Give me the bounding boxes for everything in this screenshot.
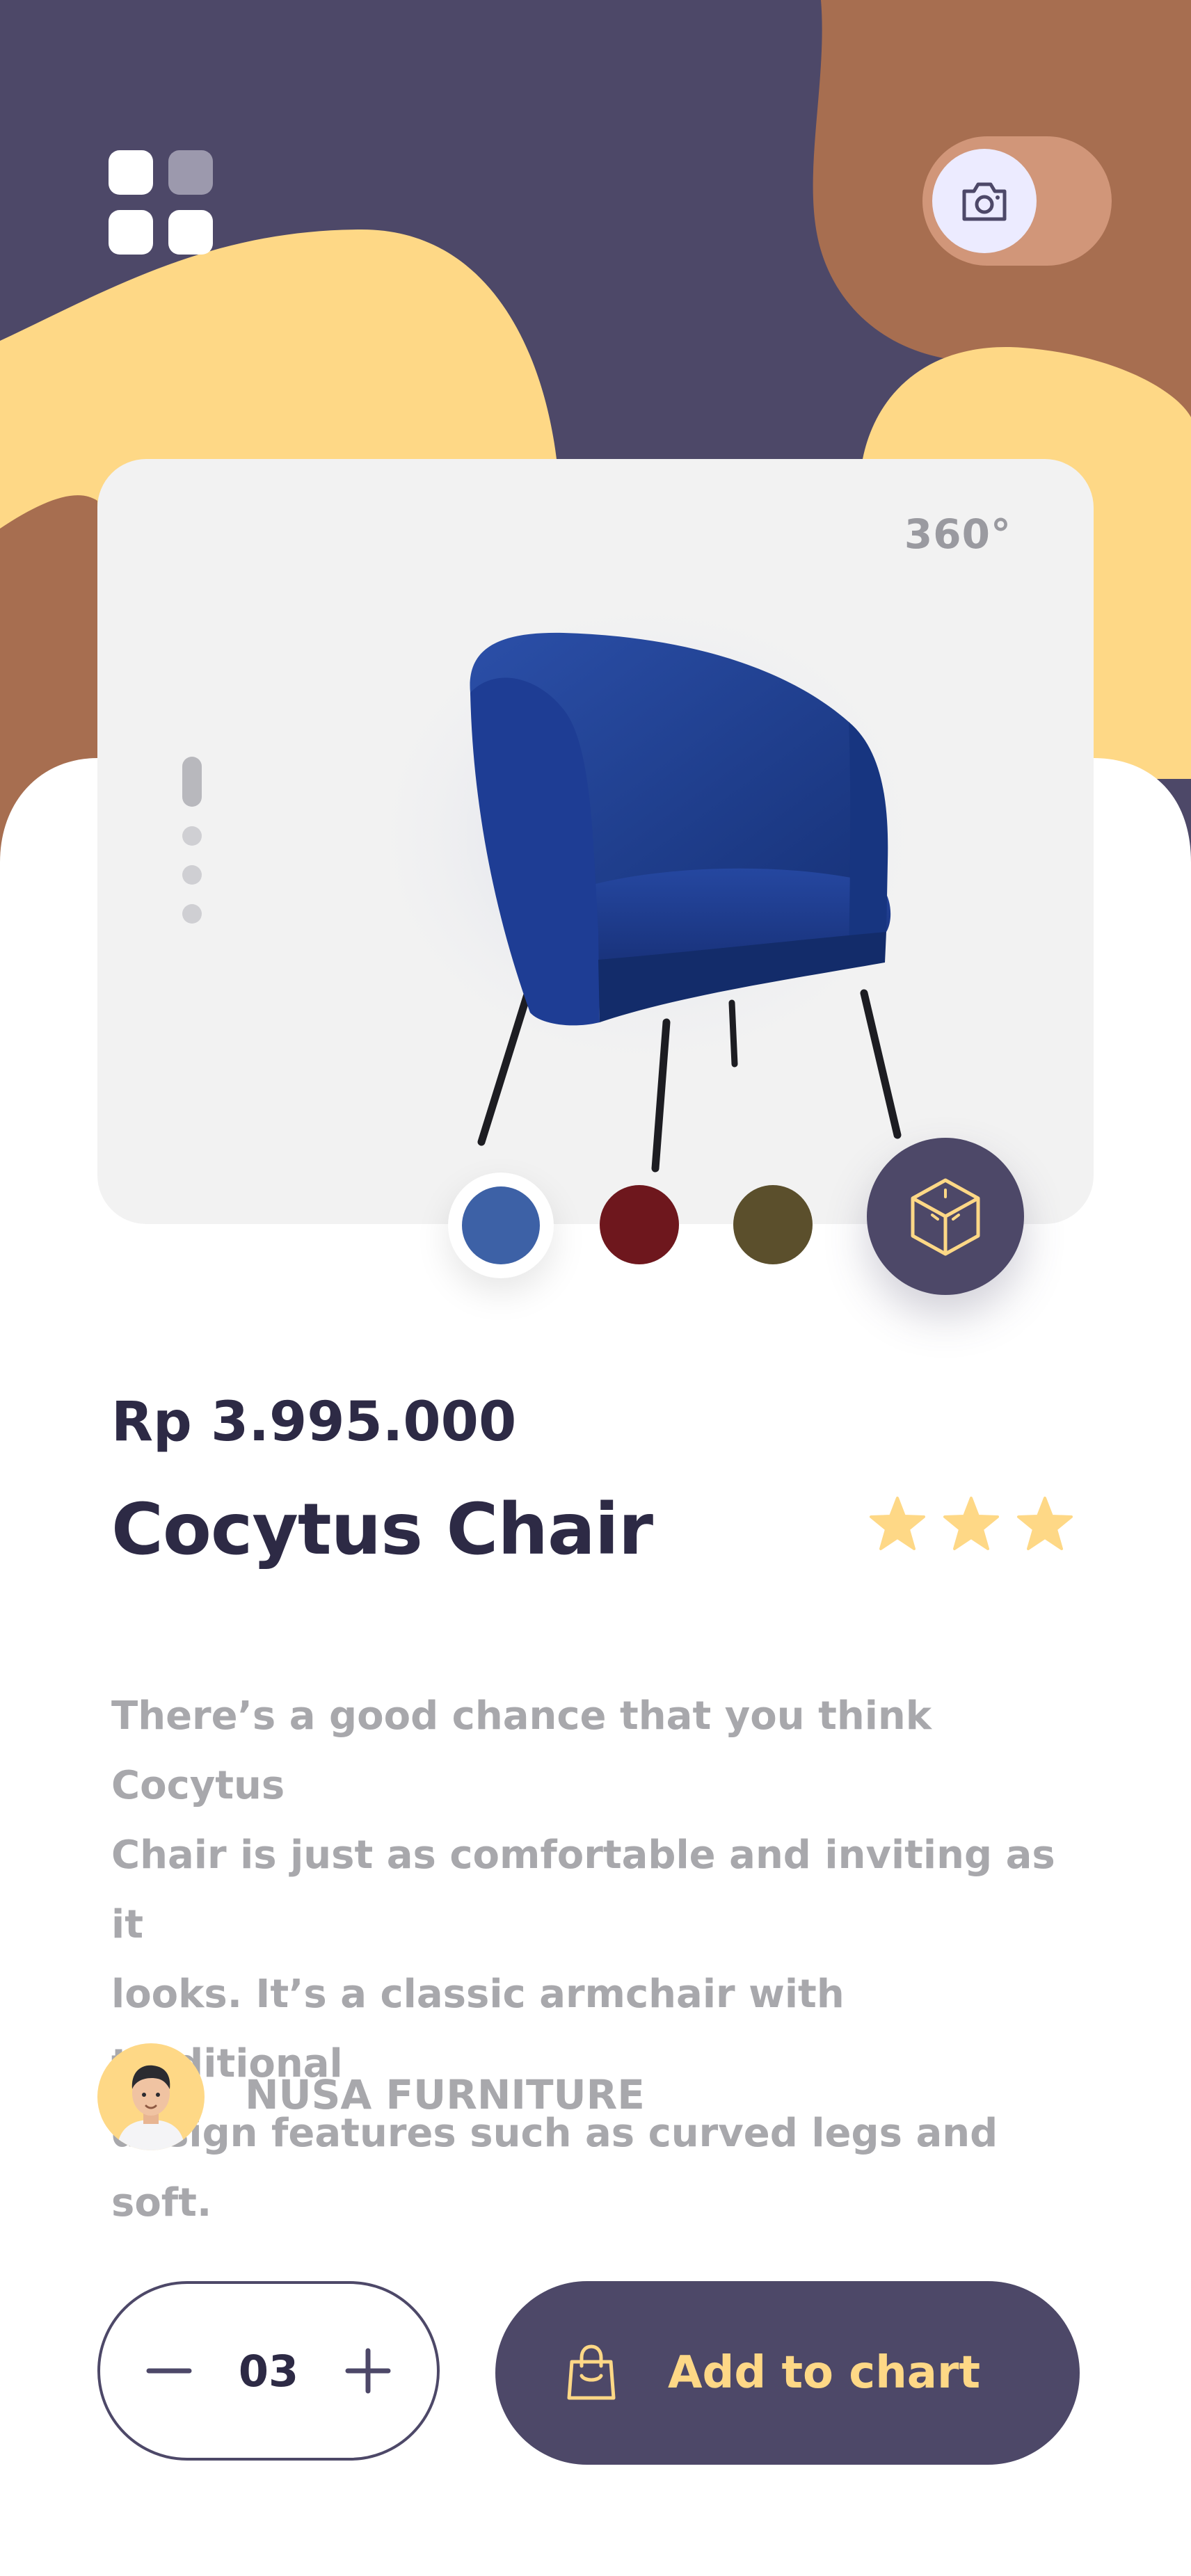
description-line: Chair is just as comfortable and invitin… [111, 1833, 1055, 1947]
camera-icon[interactable] [932, 149, 1037, 253]
3d-box-icon [911, 1178, 980, 1256]
pager-dot[interactable] [182, 826, 202, 846]
pager-dot[interactable] [182, 865, 202, 885]
ar-view-button[interactable] [867, 1138, 1024, 1295]
add-to-cart-button[interactable]: Add to chart [495, 2281, 1080, 2465]
add-to-cart-label: Add to chart [668, 2347, 981, 2399]
color-swatch-blue[interactable] [448, 1173, 554, 1278]
grid-menu-icon[interactable] [109, 150, 213, 255]
product-description: There’s a good chance that you think Coc… [111, 1682, 1071, 2238]
description-line: There’s a good chance that you think Coc… [111, 1693, 932, 1808]
product-price: Rp 3.995.000 [111, 1391, 517, 1454]
seller-name[interactable]: NUSA FURNITURE [245, 2071, 645, 2118]
shopping-bag-icon [567, 2344, 616, 2400]
product-title: Cocytus Chair [111, 1488, 653, 1571]
quantity-value: 03 [238, 2345, 299, 2397]
star-icon [943, 1497, 999, 1550]
product-image-chair [334, 542, 960, 1182]
plus-icon[interactable] [344, 2346, 392, 2395]
pager-dot-active[interactable] [182, 757, 202, 807]
star-icon [1017, 1497, 1073, 1550]
minus-icon[interactable] [145, 2346, 193, 2395]
camera-toggle[interactable] [922, 136, 1112, 266]
color-swatch-olive[interactable] [733, 1185, 813, 1264]
description-line: design features such as curved legs and … [111, 2111, 998, 2225]
star-icon [870, 1497, 925, 1550]
rating-stars [868, 1495, 1074, 1551]
pager-dot[interactable] [182, 904, 202, 924]
product-image-card: 360° [97, 459, 1094, 1224]
seller-avatar[interactable] [97, 2043, 205, 2150]
quantity-stepper[interactable]: 03 [97, 2281, 440, 2461]
image-pager[interactable] [179, 757, 205, 943]
color-swatch-red[interactable] [600, 1185, 679, 1264]
